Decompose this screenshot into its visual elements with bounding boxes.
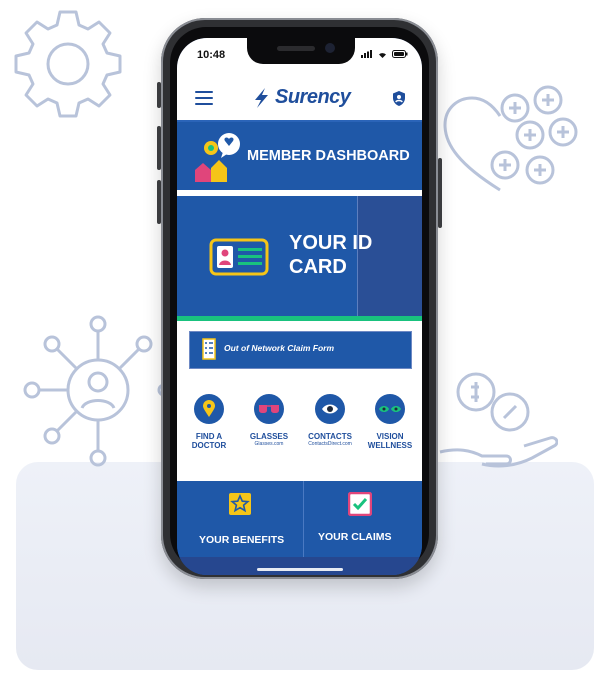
contacts-link[interactable]: CONTACTS ContactsDirect.com (300, 394, 360, 447)
status-icons (361, 50, 408, 58)
logo-text: Surency (275, 86, 351, 108)
power-button (438, 158, 442, 228)
logo-mark-icon (255, 87, 268, 108)
signal-icon (361, 50, 372, 58)
home-indicator[interactable] (257, 568, 343, 571)
star-badge-icon (229, 493, 251, 515)
quick-link-sublabel: Glasses.com (254, 441, 284, 447)
quick-link-label: FIND A DOCTOR (191, 432, 227, 450)
app-header: Surency (177, 78, 422, 122)
speaker (277, 46, 315, 51)
heart-plus-icon (443, 85, 578, 192)
menu-icon[interactable] (195, 91, 213, 105)
quick-link-label: VISION WELLNESS (367, 432, 413, 450)
checklist-icon (202, 338, 216, 360)
dashboard-title: MEMBER DASHBOARD (247, 148, 410, 164)
gear-icon (14, 10, 122, 118)
notch (247, 38, 355, 64)
your-id-card-tile[interactable]: YOUR ID CARD (177, 196, 422, 316)
quick-link-label: CONTACTS (308, 432, 352, 441)
checkbox-icon (348, 492, 372, 516)
network-person-icon (23, 315, 170, 467)
volume-down-button (157, 180, 161, 224)
wifi-icon (379, 53, 386, 58)
eye-icon (315, 394, 345, 424)
phone-frame: 10:48 Surency MEMBER DASHBOARD YOUR ID C… (157, 18, 442, 579)
quick-link-label: GLASSES (249, 432, 289, 441)
bottom-strip (177, 557, 422, 575)
battery-icon (392, 50, 408, 58)
glasses-icon (254, 394, 284, 424)
surency-logo: Surency (251, 86, 351, 109)
benefits-label: YOUR BENEFITS (199, 534, 285, 546)
eyes-icon (375, 394, 405, 424)
volume-up-button (157, 126, 161, 170)
find-a-doctor-link[interactable]: FIND A DOCTOR (179, 394, 239, 450)
app-screen: 10:48 Surency MEMBER DASHBOARD YOUR ID C… (177, 38, 422, 575)
claims-label: YOUR CLAIMS (318, 531, 392, 543)
quick-link-sublabel: ContactsDirect.com (308, 441, 352, 447)
id-card-label: YOUR ID CARD (289, 232, 373, 278)
mute-switch (157, 82, 161, 108)
status-bar: 10:48 (177, 38, 422, 78)
your-benefits-tile[interactable]: YOUR BENEFITS (177, 481, 303, 557)
community-chat-icon (195, 133, 240, 182)
out-of-network-claim-form-button[interactable]: Out of Network Claim Form (189, 331, 412, 369)
id-card-icon (209, 238, 269, 276)
member-dashboard-banner[interactable]: MEMBER DASHBOARD (177, 122, 422, 190)
your-claims-tile[interactable]: YOUR CLAIMS (304, 481, 422, 557)
vision-wellness-link[interactable]: VISION WELLNESS (360, 394, 420, 450)
status-time: 10:48 (197, 49, 226, 61)
shield-user-icon[interactable] (392, 90, 406, 107)
claim-form-label: Out of Network Claim Form (224, 343, 335, 353)
glasses-link[interactable]: GLASSES Glasses.com (239, 394, 299, 447)
camera (325, 43, 335, 53)
location-pin-icon (194, 394, 224, 424)
hand-money-icon (439, 372, 558, 468)
